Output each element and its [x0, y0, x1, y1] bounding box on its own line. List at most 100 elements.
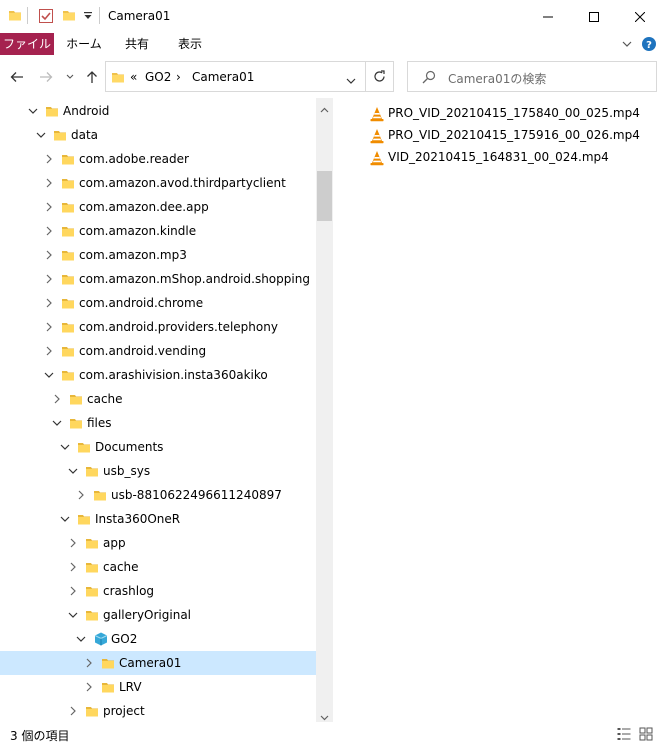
tree-item[interactable]: com.android.vending	[0, 339, 316, 363]
minimize-button[interactable]	[525, 0, 571, 33]
tree-item[interactable]: app	[0, 531, 316, 555]
address-row: « GO2 › Camera01 Camera01の検索	[0, 55, 663, 98]
tree-item-label: Android	[63, 104, 110, 118]
vlc-cone-icon	[369, 150, 385, 166]
details-view-button[interactable]	[616, 726, 632, 742]
tree-item[interactable]: Insta360OneR	[0, 507, 316, 531]
tree-item[interactable]: data	[0, 123, 316, 147]
tree-item[interactable]: galleryOriginal	[0, 603, 316, 627]
chevron-down-icon[interactable]	[75, 633, 87, 645]
chevron-right-icon[interactable]	[83, 657, 95, 669]
chevron-down-icon[interactable]	[67, 609, 79, 621]
file-item[interactable]: PRO_VID_20210415_175916_00_026.mp4	[369, 125, 659, 147]
tree-item[interactable]: com.amazon.mShop.android.shopping	[0, 267, 316, 291]
address-bar[interactable]: « GO2 › Camera01	[105, 61, 366, 92]
recent-locations-button[interactable]	[63, 68, 77, 86]
tree-item[interactable]: usb_sys	[0, 459, 316, 483]
tree-item[interactable]: usb-8810622496611240897	[0, 483, 316, 507]
expand-ribbon-button[interactable]	[618, 33, 636, 55]
tab-view[interactable]: 表示	[170, 33, 210, 55]
tree-item[interactable]: crashlog	[0, 579, 316, 603]
back-button[interactable]	[8, 68, 26, 86]
tree-item[interactable]: com.android.chrome	[0, 291, 316, 315]
chevron-right-icon[interactable]	[43, 345, 55, 357]
folder-icon	[85, 464, 99, 478]
tree-item[interactable]: files	[0, 411, 316, 435]
tree-item[interactable]: LRV	[0, 675, 316, 699]
chevron-down-icon[interactable]	[59, 441, 71, 453]
tree-item[interactable]: com.adobe.reader	[0, 147, 316, 171]
tree-item[interactable]: cache	[0, 387, 316, 411]
chevron-down-icon[interactable]	[43, 369, 55, 381]
folder-icon	[61, 224, 75, 238]
properties-icon[interactable]	[38, 8, 54, 27]
up-button[interactable]	[83, 68, 101, 86]
scroll-up-icon[interactable]	[320, 102, 329, 116]
vlc-cone-icon	[369, 128, 385, 144]
chevron-right-icon[interactable]	[67, 561, 79, 573]
chevron-right-icon[interactable]	[43, 297, 55, 309]
tree-item-label: com.arashivision.insta360akiko	[79, 368, 268, 382]
chevron-right-icon[interactable]	[51, 393, 63, 405]
tree-item-label: cache	[87, 392, 123, 406]
file-item[interactable]: PRO_VID_20210415_175840_00_025.mp4	[369, 103, 659, 125]
chevron-right-icon[interactable]	[43, 273, 55, 285]
file-name: PRO_VID_20210415_175916_00_026.mp4	[388, 128, 640, 142]
tree-item[interactable]: cache	[0, 555, 316, 579]
chevron-right-icon[interactable]	[43, 153, 55, 165]
tree-item[interactable]: Camera01	[0, 651, 316, 675]
tree-item-label: data	[71, 128, 99, 142]
chevron-right-icon[interactable]	[43, 177, 55, 189]
tree-item[interactable]: project	[0, 699, 316, 722]
tree-item[interactable]: com.android.providers.telephony	[0, 315, 316, 339]
chevron-down-icon[interactable]	[67, 465, 79, 477]
scrollbar-thumb[interactable]	[317, 171, 332, 221]
breadcrumb-overflow[interactable]: «	[130, 70, 137, 84]
file-item[interactable]: VID_20210415_164831_00_024.mp4	[369, 147, 659, 169]
tree-item[interactable]: com.amazon.avod.thirdpartyclient	[0, 171, 316, 195]
tree-item[interactable]: GO2	[0, 627, 316, 651]
tree-item[interactable]: com.amazon.mp3	[0, 243, 316, 267]
chevron-right-icon[interactable]	[67, 705, 79, 717]
tree-item[interactable]: com.amazon.dee.app	[0, 195, 316, 219]
customize-toolbar-icon[interactable]	[83, 10, 93, 24]
tab-file[interactable]: ファイル	[0, 33, 54, 55]
search-box[interactable]: Camera01の検索	[407, 61, 657, 92]
large-icons-view-button[interactable]	[638, 726, 654, 742]
chevron-right-icon[interactable]	[43, 201, 55, 213]
help-button[interactable]: ?	[640, 33, 658, 55]
tree-item[interactable]: Documents	[0, 435, 316, 459]
tree-item[interactable]: com.arashivision.insta360akiko	[0, 363, 316, 387]
folder-icon	[45, 104, 59, 118]
chevron-down-icon[interactable]	[35, 129, 47, 141]
folder-icon	[101, 656, 115, 670]
tree-item[interactable]: com.amazon.kindle	[0, 219, 316, 243]
chevron-right-icon[interactable]	[83, 681, 95, 693]
chevron-right-icon[interactable]	[43, 321, 55, 333]
chevron-right-icon[interactable]	[43, 249, 55, 261]
title-bar: Camera01	[0, 0, 663, 33]
new-folder-icon[interactable]	[62, 8, 76, 25]
chevron-down-icon[interactable]	[51, 417, 63, 429]
chevron-down-icon[interactable]	[59, 513, 71, 525]
navigation-scrollbar[interactable]	[316, 98, 333, 722]
chevron-right-icon[interactable]	[67, 537, 79, 549]
forward-button[interactable]	[37, 68, 55, 86]
tab-home[interactable]: ホーム	[62, 33, 106, 55]
breadcrumb-separator[interactable]: ›	[176, 70, 181, 84]
tree-item[interactable]: Android	[0, 99, 316, 123]
tree-item-label: com.amazon.kindle	[79, 224, 197, 238]
address-dropdown-icon[interactable]	[346, 74, 356, 88]
chevron-right-icon[interactable]	[75, 489, 87, 501]
breadcrumb-camera01[interactable]: Camera01	[192, 70, 254, 84]
chevron-right-icon[interactable]	[43, 225, 55, 237]
chevron-right-icon[interactable]	[67, 585, 79, 597]
maximize-button[interactable]	[571, 0, 617, 33]
tree-item-label: com.android.providers.telephony	[79, 320, 278, 334]
tab-share[interactable]: 共有	[117, 33, 157, 55]
refresh-button[interactable]	[366, 61, 394, 92]
tree-item-label: com.amazon.dee.app	[79, 200, 209, 214]
close-button[interactable]	[617, 0, 663, 33]
chevron-down-icon[interactable]	[27, 105, 39, 117]
breadcrumb-go2[interactable]: GO2	[145, 70, 171, 84]
